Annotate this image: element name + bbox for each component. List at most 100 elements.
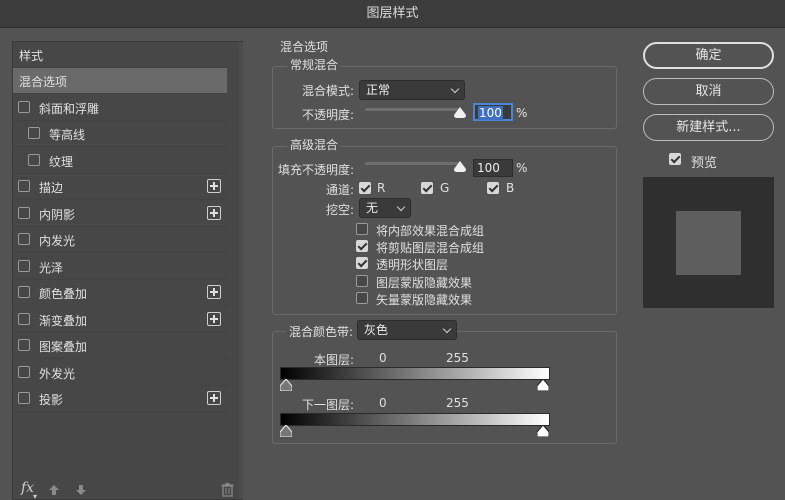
sidebar-item-label: 混合选项: [19, 75, 68, 89]
sidebar-item-color-overlay[interactable]: 颜色叠加: [13, 280, 227, 306]
sidebar-item-stroke[interactable]: 描边: [13, 174, 227, 200]
knockout-value: 无: [366, 201, 379, 215]
sidebar-item-contour[interactable]: 等高线: [13, 121, 227, 147]
dialog-title: 图层样式: [0, 0, 785, 28]
move-up-icon[interactable]: [48, 484, 60, 496]
styles-list-scrollbar[interactable]: [239, 42, 243, 499]
sidebar-item-inner-shadow[interactable]: 内阴影: [13, 201, 227, 227]
opacity-unit: %: [516, 106, 528, 120]
channel-g-label: G: [440, 181, 450, 195]
sidebar-item-label: 斜面和浮雕: [39, 101, 100, 116]
sidebar-checkbox-drop-shadow[interactable]: [18, 392, 30, 404]
fill-opacity-slider-track[interactable]: [365, 162, 460, 165]
sidebar-checkbox-texture[interactable]: [28, 153, 40, 166]
sidebar-checkbox-inner-shadow[interactable]: [18, 206, 30, 219]
blend-interior-effects-checkbox[interactable]: [356, 223, 368, 235]
sidebar-item-drop-shadow[interactable]: 投影: [13, 386, 227, 412]
fill-opacity-slider-thumb[interactable]: [454, 161, 466, 172]
sidebar-item-label: 等高线: [49, 128, 86, 142]
sidebar-item-satin[interactable]: 光泽: [13, 254, 227, 280]
style-preview-swatch: [676, 211, 741, 275]
knockout-label: 挖空:: [325, 203, 354, 217]
sidebar-checkbox-bevel-emboss[interactable]: [18, 100, 30, 113]
vector-mask-hides-checkbox[interactable]: [356, 292, 368, 304]
blend-clipped-layers-label: 将剪贴图层混合成组: [376, 241, 485, 255]
opacity-label: 不透明度:: [301, 108, 354, 122]
sidebar-checkbox-contour[interactable]: [28, 127, 40, 139]
sidebar-item-label: 光泽: [39, 260, 64, 275]
styles-header: 样式: [13, 42, 227, 68]
underlying-layer-label: 下一图层:: [301, 398, 354, 412]
blend-if-label: 混合颜色带:: [286, 323, 357, 340]
sidebar-item-blending-options[interactable]: 混合选项: [13, 68, 227, 94]
add-stroke-icon[interactable]: [207, 179, 221, 193]
add-inner-shadow-icon[interactable]: [207, 205, 221, 220]
styles-list-panel: 样式 混合选项斜面和浮雕等高线纹理描边内阴影内发光光泽颜色叠加渐变叠加图案叠加外…: [12, 41, 243, 500]
sidebar-checkbox-outer-glow[interactable]: [18, 365, 30, 378]
sidebar-item-gradient-overlay[interactable]: 渐变叠加: [13, 307, 227, 333]
sidebar-item-label: 纹理: [49, 154, 74, 169]
opacity-slider-track[interactable]: [365, 108, 460, 111]
sidebar-checkbox-stroke[interactable]: [18, 180, 30, 192]
transparency-shapes-checkbox[interactable]: [356, 257, 368, 269]
fx-dropdown-icon[interactable]: ▾: [33, 492, 37, 500]
transparency-shapes-label: 透明形状图层: [376, 258, 449, 272]
channel-b-label: B: [506, 181, 515, 195]
opacity-input[interactable]: 100: [473, 103, 513, 121]
blend-if-group: [272, 331, 617, 444]
blending-options-section-title: 混合选项: [280, 40, 329, 54]
opacity-slider-thumb[interactable]: [454, 107, 466, 118]
sidebar-item-label: 内发光: [39, 234, 76, 248]
fill-opacity-unit: %: [516, 161, 528, 175]
sidebar-checkbox-pattern-overlay[interactable]: [18, 339, 30, 351]
blend-if-select[interactable]: 灰色: [357, 320, 457, 340]
add-color-overlay-icon[interactable]: [207, 285, 221, 299]
chevron-down-icon: [450, 84, 460, 94]
channel-r-label: R: [377, 181, 386, 195]
sidebar-checkbox-inner-glow[interactable]: [18, 233, 30, 245]
blend-interior-effects-label: 将内部效果混合成组: [376, 224, 485, 238]
cancel-button[interactable]: 取消: [643, 78, 774, 105]
ok-button[interactable]: 确定: [643, 42, 774, 69]
this-layer-white-handle[interactable]: [537, 379, 549, 391]
sidebar-item-inner-glow[interactable]: 内发光: [13, 227, 227, 253]
fill-opacity-label: 填充不透明度:: [277, 163, 354, 177]
blend-if-value: 灰色: [364, 323, 389, 337]
sidebar-checkbox-gradient-overlay[interactable]: [18, 312, 30, 325]
knockout-select[interactable]: 无: [359, 198, 411, 218]
underlying-layer-max: 255: [446, 396, 469, 410]
channel-r-checkbox[interactable]: [359, 182, 371, 194]
fill-opacity-input[interactable]: 100: [473, 159, 513, 177]
preview-checkbox[interactable]: [669, 153, 681, 165]
underlying-layer-white-handle[interactable]: [537, 425, 549, 437]
layer-mask-hides-label: 图层蒙版隐藏效果: [376, 276, 473, 290]
new-style-button[interactable]: 新建样式...: [643, 114, 774, 141]
channel-b-checkbox[interactable]: [487, 182, 499, 194]
add-drop-shadow-icon[interactable]: [207, 391, 221, 405]
blend-mode-select[interactable]: 正常: [359, 80, 465, 100]
this-layer-gradient: [280, 367, 550, 380]
channel-g-checkbox[interactable]: [421, 182, 433, 194]
sidebar-checkbox-color-overlay[interactable]: [18, 286, 30, 298]
underlying-layer-black-handle[interactable]: [280, 425, 292, 437]
blend-mode-label: 混合模式:: [301, 84, 354, 98]
underlying-layer-gradient: [280, 413, 550, 426]
sidebar-item-bevel-emboss[interactable]: 斜面和浮雕: [13, 95, 227, 121]
this-layer-label: 本图层:: [313, 353, 354, 367]
move-down-icon[interactable]: [75, 484, 87, 496]
sidebar-item-texture[interactable]: 纹理: [13, 148, 227, 174]
sidebar-checkbox-satin[interactable]: [18, 259, 30, 272]
this-layer-black-handle[interactable]: [280, 379, 292, 391]
sidebar-item-label: 投影: [39, 393, 64, 407]
styles-header-label: 样式: [19, 49, 44, 63]
blend-clipped-layers-checkbox[interactable]: [356, 240, 368, 252]
trash-icon[interactable]: [221, 483, 234, 497]
sidebar-item-outer-glow[interactable]: 外发光: [13, 360, 227, 386]
sidebar-item-label: 渐变叠加: [39, 313, 88, 328]
sidebar-item-label: 外发光: [39, 366, 76, 381]
layer-mask-hides-checkbox[interactable]: [356, 275, 368, 287]
add-gradient-overlay-icon[interactable]: [207, 311, 221, 326]
sidebar-item-label: 描边: [39, 181, 64, 195]
preview-label: 预览: [691, 156, 718, 171]
sidebar-item-pattern-overlay[interactable]: 图案叠加: [13, 333, 227, 359]
